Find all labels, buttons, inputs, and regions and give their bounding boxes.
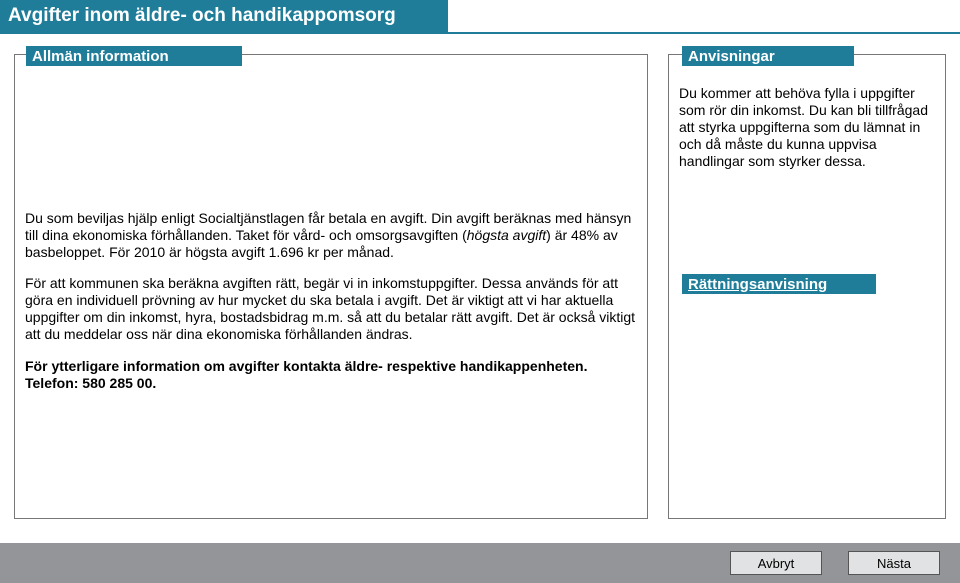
next-button[interactable]: Nästa: [848, 551, 940, 575]
page-title-bar: Avgifter inom äldre- och handikappomsorg: [0, 0, 448, 32]
instructions-body: Du kommer att behöva fylla i uppgifter s…: [679, 85, 937, 170]
next-button-label: Nästa: [877, 556, 911, 571]
p3-line-2: Telefon: 580 285 00.: [25, 375, 156, 391]
correction-instructions-text: Rättningsanvisning: [688, 276, 827, 293]
info-paragraph-3: För ytterligare information om avgifter …: [25, 358, 637, 392]
page-title: Avgifter inom äldre- och handikappomsorg: [8, 5, 396, 27]
p3-line-1: För ytterligare information om avgifter …: [25, 358, 587, 374]
cancel-button[interactable]: Avbryt: [730, 551, 822, 575]
section-label-general-info-text: Allmän information: [32, 48, 169, 65]
info-paragraph-1: Du som beviljas hjälp enligt Socialtjäns…: [25, 210, 637, 261]
main-content-panel: Du som beviljas hjälp enligt Socialtjäns…: [14, 54, 648, 519]
section-label-instructions-text: Anvisningar: [688, 48, 775, 65]
section-label-instructions: Anvisningar: [682, 46, 854, 66]
correction-instructions-link[interactable]: Rättningsanvisning: [682, 274, 876, 294]
title-underline: [0, 32, 960, 34]
general-information-body: Du som beviljas hjälp enligt Socialtjäns…: [25, 210, 637, 406]
section-label-general-info: Allmän information: [26, 46, 242, 66]
cancel-button-label: Avbryt: [758, 556, 795, 571]
footer-bar: Avbryt Nästa: [0, 543, 960, 583]
info-paragraph-2: För att kommunen ska beräkna avgiften rä…: [25, 275, 637, 343]
p1-italic: högsta avgift: [467, 227, 546, 243]
